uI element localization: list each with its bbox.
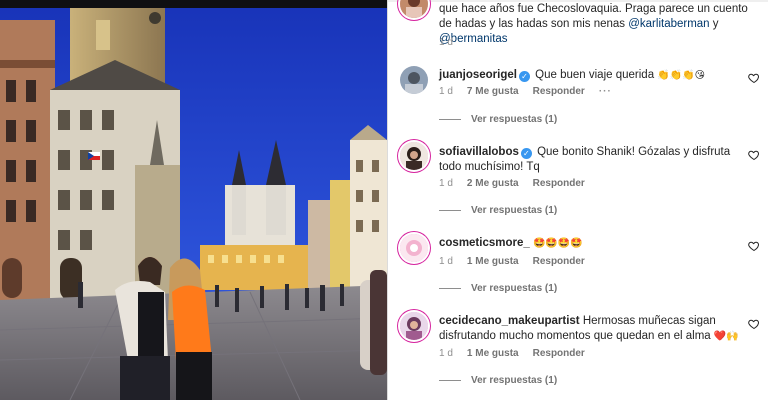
post-caption: que hace años fue Checoslovaquia. Praga …	[439, 2, 759, 47]
caption-mention-karlitaberman[interactable]: @karlitaberman	[628, 18, 709, 30]
view-replies-label[interactable]: Ver respuestas (1)	[471, 205, 557, 216]
comment-text: Que buen viaje querida	[535, 69, 655, 81]
comment-emojis: ❤️🙌	[713, 331, 739, 342]
view-replies-button[interactable]: Ver respuestas (1)	[439, 375, 557, 386]
comment-emojis: 🤩🤩🤩🤩	[532, 238, 583, 249]
caption-meta: 1 d	[439, 37, 453, 48]
comment-likes[interactable]: 7 Me gusta	[467, 86, 519, 97]
replies-line	[439, 210, 461, 211]
more-options-icon[interactable]: ···	[599, 86, 612, 97]
heart-outline-icon[interactable]	[748, 149, 760, 161]
reply-button[interactable]: Responder	[533, 348, 585, 359]
comment-time[interactable]: 1 d	[439, 348, 453, 359]
comment-time[interactable]: 1 d	[439, 86, 453, 97]
comment-avatar-cosmeticsmore[interactable]	[400, 234, 428, 262]
heart-outline-icon[interactable]	[748, 240, 760, 252]
verified-badge-icon: ✓	[518, 71, 530, 82]
comment-meta: 1 d 7 Me gusta Responder ···	[439, 86, 612, 97]
comment-body: sofiavillalobos ✓ Que bonito Shanik! Góza…	[439, 145, 739, 175]
comment-avatar-cecidecano[interactable]	[400, 312, 428, 340]
reply-button[interactable]: Responder	[533, 178, 585, 189]
comment-likes[interactable]: 1 Me gusta	[467, 256, 519, 267]
post-photo	[0, 0, 387, 400]
comment-likes[interactable]: 2 Me gusta	[467, 178, 519, 189]
comment-emojis: 👏👏👏😘	[657, 70, 706, 81]
comment-meta: 1 d 1 Me gusta Responder	[439, 348, 585, 359]
comment-username[interactable]: sofiavillalobos	[439, 146, 519, 158]
view-replies-label[interactable]: Ver respuestas (1)	[471, 375, 557, 386]
comment-username[interactable]: cecidecano_makeupartist	[439, 315, 580, 327]
comment-time[interactable]: 1 d	[439, 256, 453, 267]
comment-meta: 1 d 1 Me gusta Responder	[439, 256, 585, 267]
comment-username[interactable]: juanjoseorigel	[439, 69, 517, 81]
view-replies-button[interactable]: Ver respuestas (1)	[439, 205, 557, 216]
comment-username[interactable]: cosmeticsmore_	[439, 237, 530, 249]
reply-button[interactable]: Responder	[533, 86, 585, 97]
comment-avatar-sofiavillalobos[interactable]	[400, 142, 428, 170]
reply-button[interactable]: Responder	[533, 256, 585, 267]
comments-panel: que hace años fue Checoslovaquia. Praga …	[387, 0, 768, 400]
replies-line	[439, 288, 461, 289]
view-replies-label[interactable]: Ver respuestas (1)	[471, 283, 557, 294]
prague-night-photo	[0, 0, 387, 400]
author-avatar[interactable]	[400, 0, 428, 18]
comment-body: cosmeticsmore_ 🤩🤩🤩🤩	[439, 236, 739, 251]
view-replies-button[interactable]: Ver respuestas (1)	[439, 114, 557, 125]
caption-connector: y	[709, 18, 719, 30]
verified-badge-icon: ✓	[520, 148, 532, 159]
view-replies-label[interactable]: Ver respuestas (1)	[471, 114, 557, 125]
heart-outline-icon[interactable]	[748, 318, 760, 330]
replies-line	[439, 119, 461, 120]
comment-meta: 1 d 2 Me gusta Responder	[439, 178, 585, 189]
comment-body: cecidecano_makeupartist Hermosas muñecas…	[439, 314, 739, 344]
view-replies-button[interactable]: Ver respuestas (1)	[439, 283, 557, 294]
comment-time[interactable]: 1 d	[439, 178, 453, 189]
caption-time[interactable]: 1 d	[439, 37, 453, 48]
heart-outline-icon[interactable]	[748, 72, 760, 84]
comment-likes[interactable]: 1 Me gusta	[467, 348, 519, 359]
replies-line	[439, 380, 461, 381]
comment-avatar-juanjoseorigel[interactable]	[400, 66, 428, 94]
comment-body: juanjoseorigel ✓ Que buen viaje querida 👏…	[439, 68, 739, 83]
